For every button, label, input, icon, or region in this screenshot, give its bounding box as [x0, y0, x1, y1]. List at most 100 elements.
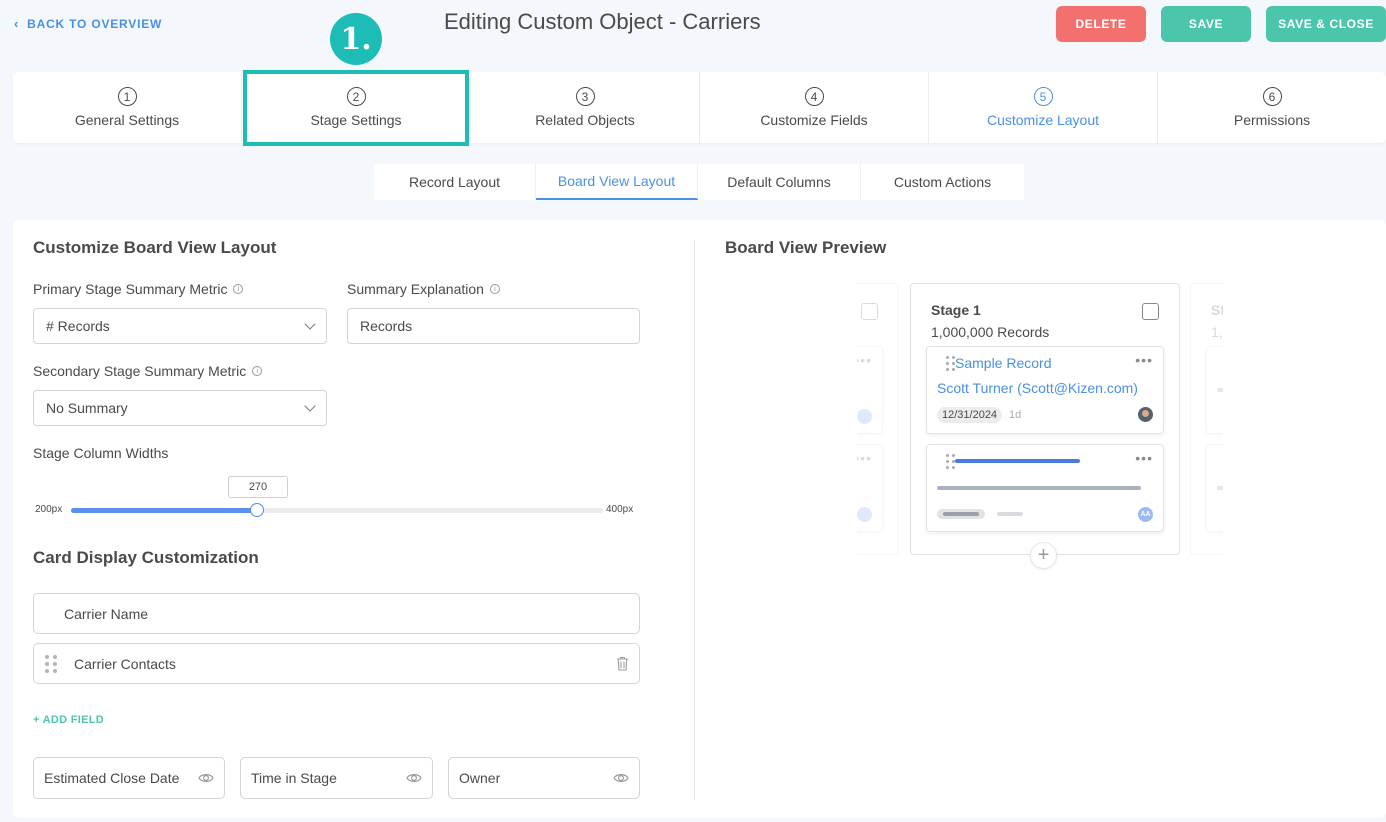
panel-divider: [694, 240, 695, 800]
settings-stepper: 1 General Settings 2 Stage Settings 3 Re…: [13, 72, 1386, 143]
card-field-carrier-contacts[interactable]: Carrier Contacts: [33, 643, 640, 684]
column-width-slider-track[interactable]: [71, 508, 603, 513]
placeholder-line: [937, 486, 1141, 490]
primary-metric-select[interactable]: # Records: [33, 308, 327, 344]
column-width-value-input[interactable]: 270: [228, 476, 288, 498]
eye-icon[interactable]: [406, 771, 422, 785]
tab-custom-actions[interactable]: Custom Actions: [861, 164, 1024, 200]
step-customize-fields[interactable]: 4 Customize Fields: [700, 72, 929, 143]
card-field-label: Carrier Name: [64, 605, 149, 622]
step-general-settings[interactable]: 1 General Settings: [13, 72, 242, 143]
drag-handle-icon: [946, 454, 956, 472]
step-number: 1: [117, 87, 137, 106]
eye-icon[interactable]: [198, 771, 214, 785]
avatar: [857, 409, 872, 424]
summary-explanation-value: Records: [360, 318, 413, 334]
meta-field-estimated-close-date: Estimated Close Date: [33, 757, 225, 799]
step-customize-layout[interactable]: 5 Customize Layout: [929, 72, 1158, 143]
slider-max-label: 400px: [606, 504, 634, 515]
delete-button[interactable]: DELETE: [1056, 6, 1146, 42]
more-icon[interactable]: •••: [1135, 353, 1153, 367]
secondary-metric-select[interactable]: No Summary: [33, 390, 327, 426]
info-icon: i: [233, 284, 244, 294]
time-in-stage: 1d: [1009, 409, 1022, 421]
column-stage-name: Stag: [1211, 302, 1223, 318]
preview-card-placeholder: ••• AA: [926, 444, 1164, 532]
step-related-objects[interactable]: 3 Related Objects: [471, 72, 700, 143]
chevron-left-icon: ‹: [14, 16, 20, 31]
save-and-close-button[interactable]: SAVE & CLOSE: [1266, 6, 1386, 42]
page-title: Editing Custom Object - Carriers: [444, 9, 761, 34]
step-number: 2: [346, 87, 366, 106]
drag-handle-icon[interactable]: [45, 654, 57, 673]
column-stage-count: 1,000,000 Records: [931, 324, 1050, 340]
secondary-metric-value: No Summary: [46, 400, 128, 416]
step-permissions[interactable]: 6 Permissions: [1158, 72, 1386, 143]
tab-record-layout[interactable]: Record Layout: [374, 164, 536, 200]
summary-explanation-label-text: Summary Explanation: [347, 281, 484, 297]
step-label: Related Objects: [535, 112, 635, 128]
meta-field-label: Time in Stage: [251, 770, 337, 786]
preview-card: [1206, 346, 1223, 434]
avatar: [857, 507, 872, 522]
card-display-title: Card Display Customization: [33, 548, 259, 567]
trash-icon[interactable]: [616, 656, 629, 671]
step-label: Permissions: [1233, 112, 1311, 128]
meta-field-time-in-stage: Time in Stage: [240, 757, 433, 799]
card-field-label: Carrier Contacts: [74, 655, 176, 672]
placeholder-line: [1217, 486, 1223, 490]
layout-subtabs: Record Layout Board View Layout Default …: [374, 164, 1024, 200]
preview-card: •••: [857, 346, 883, 434]
date-badge: 12/31/2024: [937, 407, 1003, 423]
add-record-button[interactable]: +: [1030, 542, 1057, 569]
avatar: [1138, 407, 1153, 422]
more-icon: •••: [857, 450, 872, 466]
preview-column-previous: ••• •••: [857, 283, 899, 555]
chevron-down-icon: [304, 400, 316, 412]
add-field-button[interactable]: + ADD FIELD: [33, 714, 104, 726]
preview-card-sample[interactable]: Sample Record ••• Scott Turner (Scott@Ki…: [926, 346, 1164, 434]
primary-metric-value: # Records: [46, 318, 110, 334]
back-to-overview-label: BACK TO OVERVIEW: [27, 16, 163, 31]
chevron-down-icon: [304, 318, 316, 330]
secondary-metric-label-text: Secondary Stage Summary Metric: [33, 363, 247, 379]
column-widths-label: Stage Column Widths: [33, 445, 169, 461]
board-preview-title: Board View Preview: [725, 238, 887, 257]
more-icon: •••: [857, 352, 872, 368]
placeholder-title-bar: [955, 459, 1080, 463]
eye-icon[interactable]: [613, 771, 629, 785]
secondary-metric-label: Secondary Stage Summary Metric i: [33, 363, 263, 379]
sample-record-title[interactable]: Sample Record: [955, 355, 1052, 371]
sample-record-contact[interactable]: Scott Turner (Scott@Kizen.com): [937, 380, 1138, 396]
step-stage-settings[interactable]: 2 Stage Settings: [242, 72, 471, 143]
summary-explanation-input[interactable]: Records: [347, 308, 640, 344]
step-number: 6: [1262, 87, 1282, 106]
meta-field-label: Estimated Close Date: [44, 770, 180, 786]
primary-metric-label-text: Primary Stage Summary Metric: [33, 281, 228, 297]
card-field-carrier-name[interactable]: Carrier Name: [33, 593, 640, 634]
step-number: 5: [1033, 87, 1053, 106]
column-checkbox[interactable]: [1142, 303, 1159, 320]
save-button[interactable]: SAVE: [1161, 6, 1251, 42]
back-to-overview-link[interactable]: ‹ BACK TO OVERVIEW: [14, 16, 162, 31]
preview-column-next: Stag 1,00: [1190, 283, 1223, 555]
more-icon: •••: [1135, 450, 1153, 466]
board-preview: ••• ••• Stage 1 1,000,000 Records Sample…: [857, 283, 1223, 583]
tab-board-view-layout[interactable]: Board View Layout: [536, 164, 698, 200]
column-stage-name: Stage 1: [931, 302, 981, 318]
placeholder-days-bar: [997, 512, 1023, 516]
column-checkbox: [861, 303, 878, 320]
step-label: Customize Layout: [986, 112, 1100, 128]
board-layout-title: Customize Board View Layout: [33, 238, 277, 257]
step-label: Stage Settings: [310, 112, 402, 128]
meta-field-owner: Owner: [448, 757, 640, 799]
tab-default-columns[interactable]: Default Columns: [698, 164, 861, 200]
preview-card: •••: [857, 444, 883, 532]
step-number: 3: [575, 87, 595, 106]
step-number: 4: [804, 87, 824, 106]
step-label: General Settings: [74, 112, 180, 128]
step-annotation-badge: 1.: [330, 13, 382, 65]
meta-field-label: Owner: [459, 770, 501, 786]
summary-explanation-label: Summary Explanation i: [347, 281, 500, 297]
avatar: AA: [1138, 507, 1153, 522]
